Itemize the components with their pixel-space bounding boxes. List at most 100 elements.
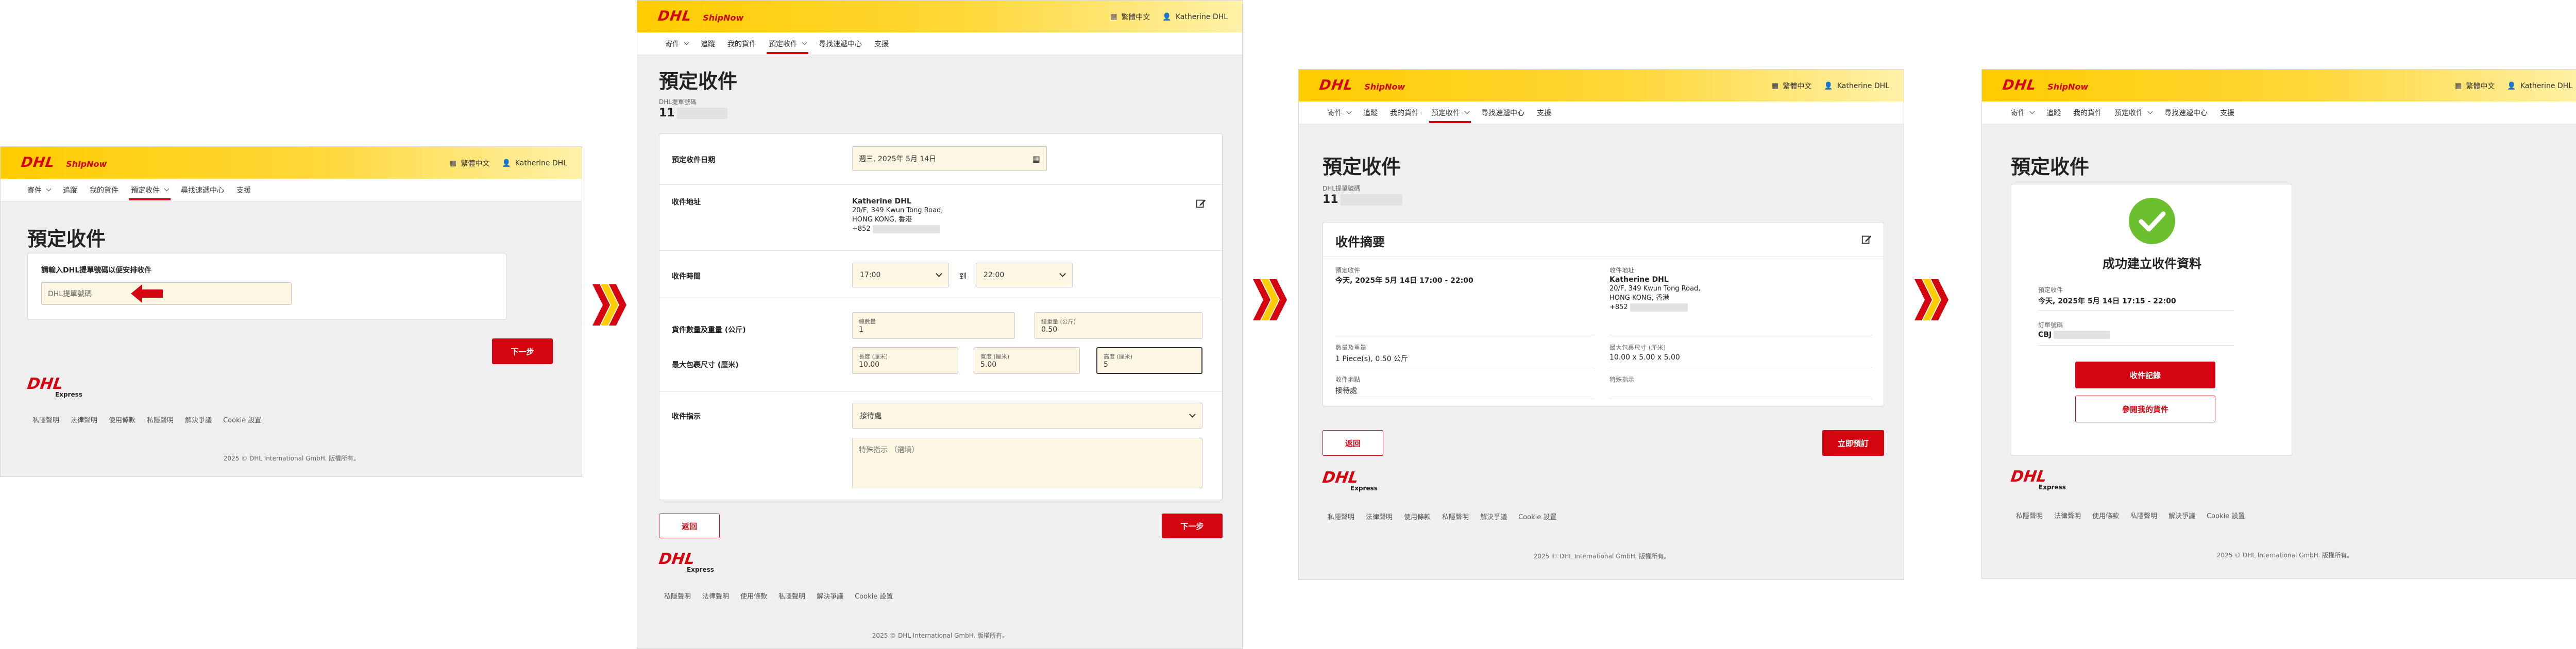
footer-link[interactable]: 私隱聲明 xyxy=(32,415,59,424)
max-dimensions-label: 最大包裹尺寸 (厘米) xyxy=(672,361,739,369)
footer-link[interactable]: 私隱聲明 xyxy=(664,591,691,601)
next-button[interactable]: 下一步 xyxy=(1162,514,1223,538)
chevron-down-icon xyxy=(936,270,942,277)
back-button[interactable]: 返回 xyxy=(1323,430,1383,456)
footer-dhl-express-logo: DHL Express xyxy=(26,375,82,398)
footer-link[interactable]: Cookie 設置 xyxy=(223,415,261,424)
nav-item-my-shipments[interactable]: 我的貨件 xyxy=(727,32,756,55)
nav-item-track[interactable]: 追蹤 xyxy=(2046,101,2061,124)
height-input[interactable]: 高度 (厘米) 5 xyxy=(1096,347,1202,374)
footer-link[interactable]: 使用條款 xyxy=(2092,510,2119,520)
main-nav: 寄件 追蹤 我的貨件 預定收件 尋找速遞中心 支援 xyxy=(1,179,582,201)
footer-link[interactable]: 法律聲明 xyxy=(2054,510,2081,520)
footer-link[interactable]: 解決爭議 xyxy=(1480,511,1507,521)
footer-link[interactable]: 私隱聲明 xyxy=(1442,511,1469,521)
footer-link[interactable]: 法律聲明 xyxy=(702,591,729,601)
next-button[interactable]: 下一步 xyxy=(492,338,553,364)
footer-link[interactable]: 解決爭議 xyxy=(817,591,843,601)
nav-item-track[interactable]: 追蹤 xyxy=(1363,101,1378,124)
user-menu[interactable]: 👤 Katherine DHL xyxy=(2507,81,2572,91)
order-number-value: CBJ xyxy=(2038,331,2111,339)
nav-item-schedule-pickup[interactable]: 預定收件 xyxy=(1429,101,1471,124)
footer-link[interactable]: Cookie 設置 xyxy=(1518,511,1556,521)
dhl-shipnow-logo[interactable]: DHL ShipNow xyxy=(2002,77,2088,93)
dhl-shipnow-logo[interactable]: DHL ShipNow xyxy=(657,8,743,24)
user-menu[interactable]: 👤 Katherine DHL xyxy=(1162,12,1228,22)
view-my-shipments-button[interactable]: 參閱我的貨件 xyxy=(2075,396,2215,422)
book-now-button[interactable]: 立即預訂 xyxy=(1822,430,1884,456)
footer-link[interactable]: 使用條款 xyxy=(109,415,135,424)
footer-link[interactable]: 私隱聲明 xyxy=(778,591,805,601)
masked-value xyxy=(1630,303,1688,312)
width-input[interactable]: 寬度 (厘米) 5.00 xyxy=(974,347,1080,374)
total-pieces-input[interactable]: 總數量 1 xyxy=(852,312,1015,339)
pickup-date-picker[interactable]: 週三, 2025年 5月 14日 ▦ xyxy=(852,146,1047,171)
dhl-shipnow-logo[interactable]: DHL ShipNow xyxy=(20,155,107,170)
user-menu[interactable]: 👤 Katherine DHL xyxy=(1824,81,1889,91)
footer-link[interactable]: Cookie 設置 xyxy=(2207,510,2245,520)
nav-item-support[interactable]: 支援 xyxy=(236,179,251,201)
pickup-address-label: 收件地址 xyxy=(672,198,701,207)
language-selector[interactable]: ▦ 繁體中文 xyxy=(2455,81,2495,91)
pickup-address: Katherine DHL 20/F, 349 Kwun Tong Road, … xyxy=(852,197,943,233)
nav-item-schedule-pickup[interactable]: 預定收件 xyxy=(2114,101,2153,124)
nav-item-support[interactable]: 支援 xyxy=(874,32,889,55)
footer-link[interactable]: 私隱聲明 xyxy=(2016,510,2043,520)
time-to-word: 到 xyxy=(959,272,967,281)
waybill-input[interactable]: DHL提單號碼 xyxy=(41,282,292,305)
red-arrow-pointer-icon xyxy=(131,284,163,303)
footer-link[interactable]: 使用條款 xyxy=(1404,511,1431,521)
nav-item-schedule-pickup[interactable]: 預定收件 xyxy=(129,179,171,201)
nav-item-ship[interactable]: 寄件 xyxy=(27,179,52,201)
footer-link[interactable]: 私隱聲明 xyxy=(147,415,174,424)
footer-link[interactable]: Cookie 設置 xyxy=(855,591,893,601)
chevron-down-icon xyxy=(1464,109,1470,114)
nav-item-find-service-point[interactable]: 尋找速遞中心 xyxy=(181,179,224,201)
nav-item-find-service-point[interactable]: 尋找速遞中心 xyxy=(1481,101,1524,124)
chevron-down-icon xyxy=(46,186,52,192)
nav-item-track[interactable]: 追蹤 xyxy=(701,32,715,55)
footer-link[interactable]: 解決爭議 xyxy=(185,415,212,424)
length-input[interactable]: 長度 (厘米) 10.00 xyxy=(852,347,958,374)
nav-item-schedule-pickup[interactable]: 預定收件 xyxy=(767,32,808,55)
nav-item-find-service-point[interactable]: 尋找速遞中心 xyxy=(2164,101,2208,124)
edit-icon[interactable] xyxy=(1195,198,1207,209)
back-button[interactable]: 返回 xyxy=(659,514,720,538)
nav-item-support[interactable]: 支援 xyxy=(1537,101,1551,124)
globe-icon: ▦ xyxy=(1110,13,1117,21)
footer-link[interactable]: 私隱聲明 xyxy=(1328,511,1354,521)
time-from-select[interactable]: 17:00 xyxy=(852,263,949,287)
footer-link[interactable]: 私隱聲明 xyxy=(2130,510,2157,520)
pickup-location-select[interactable]: 接待處 xyxy=(852,403,1202,429)
nav-item-my-shipments[interactable]: 我的貨件 xyxy=(2073,101,2102,124)
edit-icon[interactable] xyxy=(1861,234,1872,245)
footer-links: 私隱聲明 法律聲明 使用條款 私隱聲明 解決爭議 Cookie 設置 xyxy=(1328,511,1556,521)
total-weight-input[interactable]: 總重量 (公斤) 0.50 xyxy=(1035,312,1202,339)
pickup-instructions-label: 收件指示 xyxy=(672,413,701,421)
footer-link[interactable]: 法律聲明 xyxy=(71,415,97,424)
nav-item-ship[interactable]: 寄件 xyxy=(2011,101,2035,124)
footer-link[interactable]: 使用條款 xyxy=(740,591,767,601)
nav-item-my-shipments[interactable]: 我的貨件 xyxy=(1390,101,1419,124)
nav-item-find-service-point[interactable]: 尋找速遞中心 xyxy=(819,32,862,55)
language-selector[interactable]: ▦ 繁體中文 xyxy=(1110,12,1150,22)
special-instructions-textarea[interactable]: 特殊指示 （選填） xyxy=(852,438,1202,488)
language-selector[interactable]: ▦ 繁體中文 xyxy=(450,158,489,168)
pickup-records-button[interactable]: 收件記錄 xyxy=(2075,362,2215,388)
user-icon: 👤 xyxy=(1162,13,1172,21)
time-to-select[interactable]: 22:00 xyxy=(976,263,1073,287)
chevron-down-icon xyxy=(684,40,689,45)
footer-link[interactable]: 解決爭議 xyxy=(2168,510,2195,520)
nav-item-my-shipments[interactable]: 我的貨件 xyxy=(90,179,118,201)
nav-item-track[interactable]: 追蹤 xyxy=(63,179,77,201)
pickup-label: 預定收件 xyxy=(2038,286,2063,294)
language-selector[interactable]: ▦ 繁體中文 xyxy=(1772,81,1811,91)
dhl-logo-text: DHL xyxy=(1318,77,1354,93)
dhl-shipnow-logo[interactable]: DHL ShipNow xyxy=(1318,77,1405,93)
nav-item-support[interactable]: 支援 xyxy=(2220,101,2234,124)
globe-icon: ▦ xyxy=(450,159,457,167)
footer-link[interactable]: 法律聲明 xyxy=(1366,511,1393,521)
user-menu[interactable]: 👤 Katherine DHL xyxy=(502,158,567,168)
nav-item-ship[interactable]: 寄件 xyxy=(1328,101,1352,124)
nav-item-ship[interactable]: 寄件 xyxy=(665,32,689,55)
